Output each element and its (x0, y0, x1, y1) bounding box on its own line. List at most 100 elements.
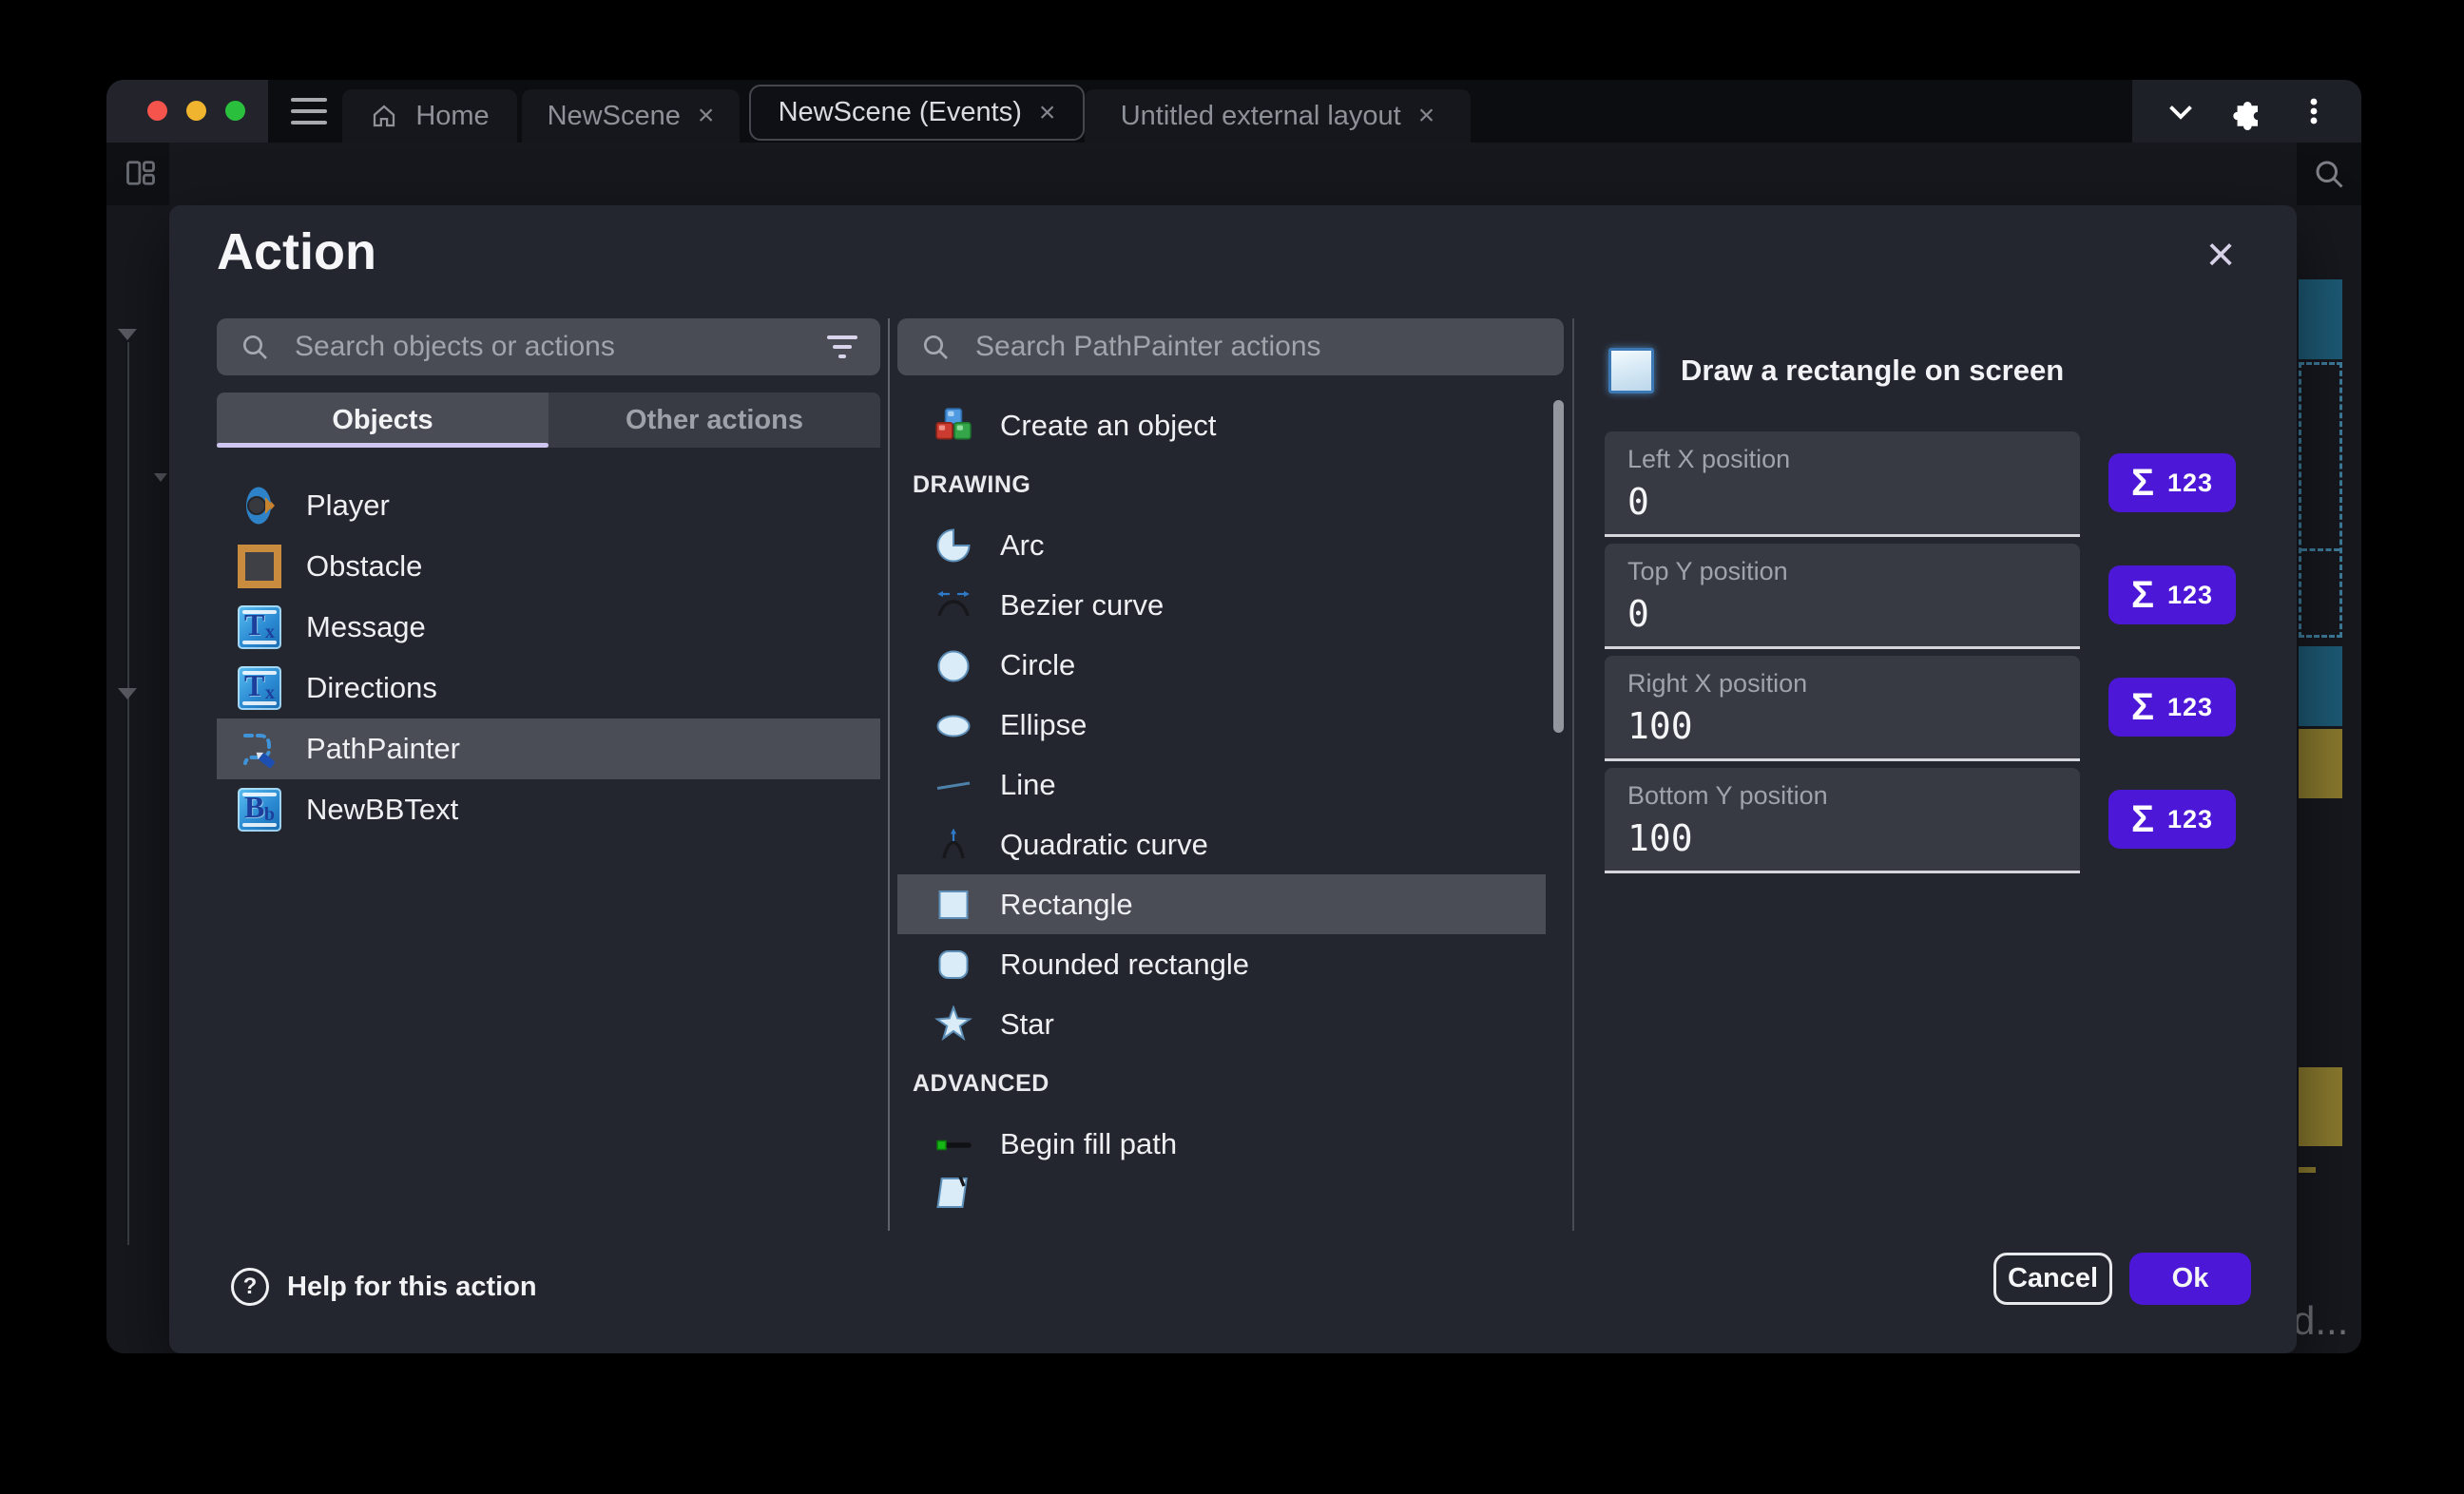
menu-hamburger-icon[interactable] (291, 98, 327, 124)
action-item-label: Circle (1000, 648, 1075, 682)
field-label: Top Y position (1627, 557, 1788, 586)
field-label: Bottom Y position (1627, 781, 1828, 811)
field-value[interactable]: 0 (1627, 593, 1649, 635)
field-top-y-position[interactable]: Top Y position 0 (1605, 544, 2080, 649)
expression-editor-button[interactable]: Σ 123 (2108, 453, 2236, 512)
action-item-label: Rectangle (1000, 888, 1133, 922)
action-item-quadratic-curve[interactable]: Quadratic curve (897, 814, 1546, 874)
tab-close-icon[interactable]: × (1418, 102, 1435, 130)
active-tab-underline (217, 443, 549, 448)
close-traffic-light[interactable] (147, 101, 167, 121)
field-right-x-position[interactable]: Right X position 100 (1605, 656, 2080, 761)
minimize-traffic-light[interactable] (186, 101, 206, 121)
action-item-rectangle-selected[interactable]: Rectangle (897, 874, 1546, 934)
titlebar-actions (2132, 80, 2361, 143)
obstacle-object-icon (238, 545, 281, 588)
list-item-player[interactable]: Player (217, 475, 880, 536)
help-icon[interactable]: ? (231, 1268, 269, 1306)
digits-icon: 123 (2167, 581, 2213, 610)
editor-background: d... Action × Objects Other actions (106, 143, 2361, 1353)
rectangle-action-badge-icon (1608, 348, 1654, 393)
actions-list-scrollbar[interactable] (1553, 400, 1564, 733)
sigma-icon: Σ (2131, 686, 2154, 729)
pathpainter-object-icon (238, 727, 281, 771)
tab-label: NewScene (548, 101, 681, 132)
event-action-block (2299, 1067, 2342, 1146)
field-value[interactable]: 100 (1627, 817, 1693, 859)
maximize-traffic-light[interactable] (225, 101, 245, 121)
home-icon (370, 102, 398, 130)
tree-collapse-arrow[interactable] (154, 473, 167, 482)
search-icon[interactable] (2312, 157, 2346, 191)
expression-editor-button[interactable]: Σ 123 (2108, 790, 2236, 849)
action-item-circle[interactable]: Circle (897, 635, 1546, 695)
extensions-puzzle-icon[interactable] (2229, 92, 2267, 130)
action-item-star[interactable]: Star (897, 994, 1546, 1054)
cancel-button[interactable]: Cancel (1993, 1253, 2112, 1305)
search-icon (920, 332, 951, 362)
tab-close-icon[interactable]: × (1039, 99, 1056, 127)
field-value[interactable]: 0 (1627, 481, 1649, 523)
ok-button[interactable]: Ok (2129, 1253, 2251, 1305)
text-object-icon: Tx (238, 666, 281, 710)
action-item-label: Create an object (1000, 409, 1216, 443)
sigma-icon: Σ (2131, 798, 2154, 841)
kebab-menu-icon[interactable] (2298, 95, 2330, 127)
section-header-drawing: DRAWING (897, 455, 1546, 515)
action-item-rounded-rectangle[interactable]: Rounded rectangle (897, 934, 1546, 994)
chevron-down-icon[interactable] (2164, 94, 2198, 128)
objects-list: Player Obstacle Tx Message Tx Directi (217, 475, 880, 840)
field-label: Right X position (1627, 669, 1807, 699)
action-item-label: Begin fill path (1000, 1127, 1177, 1161)
list-item-label: Directions (306, 671, 437, 705)
tab-untitled-external-layout[interactable]: Untitled external layout × (1085, 89, 1471, 143)
tab-close-icon[interactable]: × (698, 102, 715, 130)
panel-divider (1572, 318, 1574, 1231)
objects-search-input[interactable] (293, 330, 827, 364)
field-value[interactable]: 100 (1627, 705, 1693, 747)
field-bottom-y-position[interactable]: Bottom Y position 100 (1605, 768, 2080, 873)
tab-newscene[interactable]: NewScene × (522, 89, 740, 143)
sigma-icon: Σ (2131, 462, 2154, 505)
action-item-line[interactable]: Line (897, 755, 1546, 814)
action-item-clipped[interactable] (897, 1174, 1546, 1234)
expression-editor-button[interactable]: Σ 123 (2108, 678, 2236, 737)
action-item-arc[interactable]: Arc (897, 515, 1546, 575)
list-item-pathpainter-selected[interactable]: PathPainter (217, 718, 880, 779)
event-action-block (2299, 729, 2342, 798)
line-icon (932, 763, 975, 807)
field-left-x-position[interactable]: Left X position 0 (1605, 431, 2080, 537)
tree-collapse-arrow[interactable] (118, 688, 137, 699)
actions-search-box (897, 318, 1564, 375)
filter-icon[interactable] (827, 335, 857, 358)
layers-panel-icon (106, 143, 169, 205)
action-item-begin-fill-path[interactable]: Begin fill path (897, 1114, 1546, 1174)
action-item-ellipse[interactable]: Ellipse (897, 695, 1546, 755)
dialog-close-icon[interactable]: × (2192, 226, 2249, 283)
list-item-label: Message (306, 610, 426, 644)
tab-other-actions[interactable]: Other actions (549, 393, 880, 448)
actions-search-input[interactable] (973, 330, 1564, 364)
layout-grid-icon (124, 156, 158, 190)
list-item-message[interactable]: Tx Message (217, 597, 880, 658)
action-item-create-object[interactable]: Create an object (897, 395, 1546, 455)
expression-editor-button[interactable]: Σ 123 (2108, 565, 2236, 624)
list-item-newbbtext[interactable]: Bb NewBBText (217, 779, 880, 840)
digits-icon: 123 (2167, 469, 2213, 498)
list-item-label: Player (306, 488, 390, 523)
help-link[interactable]: Help for this action (287, 1272, 537, 1303)
event-action-sliver (2299, 1167, 2316, 1173)
action-item-bezier-curve[interactable]: Bezier curve (897, 575, 1546, 635)
digits-icon: 123 (2167, 693, 2213, 722)
list-item-directions[interactable]: Tx Directions (217, 658, 880, 718)
list-item-obstacle[interactable]: Obstacle (217, 536, 880, 597)
action-dialog: Action × Objects Other actions (169, 205, 2297, 1353)
tab-newscene-events[interactable]: NewScene (Events) × (749, 85, 1085, 141)
action-description: Draw a rectangle on screen (1681, 354, 2064, 388)
tree-collapse-arrow[interactable] (118, 329, 137, 340)
list-item-label: Obstacle (306, 549, 422, 584)
tab-objects[interactable]: Objects (217, 393, 549, 448)
tab-home[interactable]: Home (342, 89, 517, 143)
action-item-label: Star (1000, 1007, 1054, 1042)
text-object-icon: Tx (238, 605, 281, 649)
